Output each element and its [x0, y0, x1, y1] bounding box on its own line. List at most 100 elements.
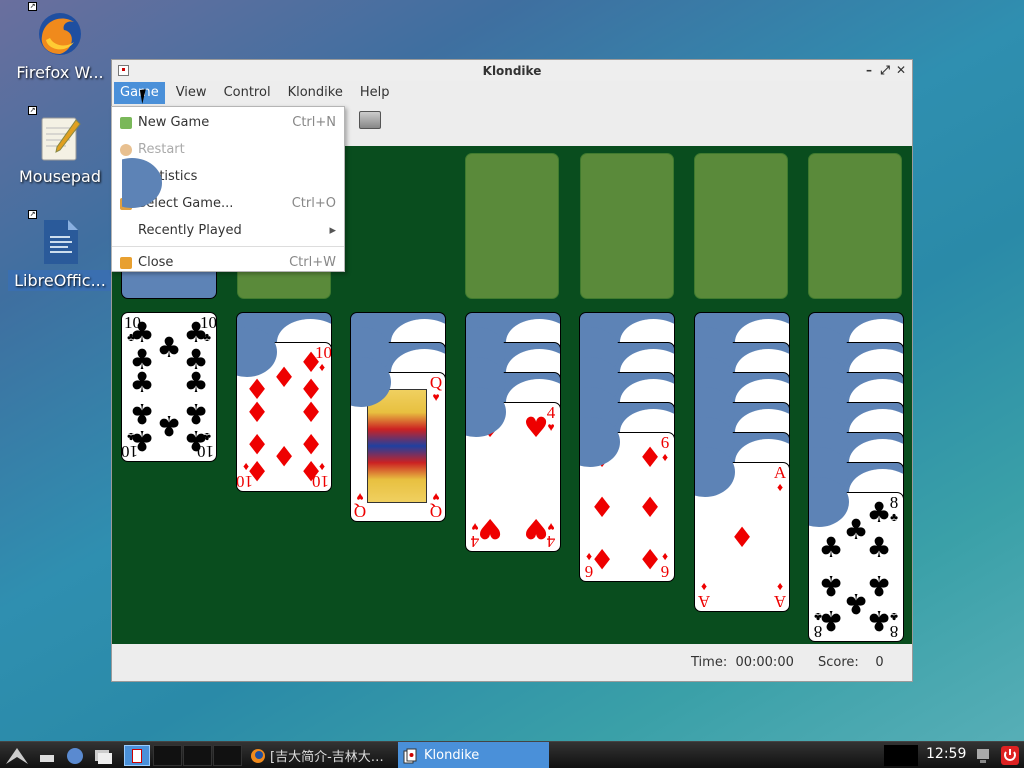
time-label: Time:: [691, 655, 728, 670]
card-pip: ♣: [183, 424, 209, 457]
task-label: [吉大简介-吉林大…: [270, 750, 384, 765]
file-manager-icon[interactable]: [92, 745, 114, 766]
card-corner-index: Q♥: [429, 490, 443, 521]
menu-item-recently-played[interactable]: Recently Played ▸: [112, 217, 344, 244]
card-pip: ♣: [156, 409, 182, 442]
card-pip: ♦: [637, 542, 663, 575]
power-icon[interactable]: [1000, 745, 1020, 766]
card-corner-index: Q♥: [429, 373, 443, 404]
task-klondike[interactable]: Klondike: [398, 742, 549, 768]
card-corner-index: A♦: [773, 463, 787, 494]
mouse-cursor-icon: [139, 88, 155, 104]
card-pip: ♦: [271, 361, 297, 394]
time-display: Time: 00:00:00: [691, 655, 794, 670]
mousepad-icon: ↗: [28, 106, 84, 162]
network-icon[interactable]: [974, 745, 992, 766]
workspace-3[interactable]: [183, 745, 212, 766]
menu-item-accel: Ctrl+N: [292, 115, 336, 130]
card-corner-index: A♦: [697, 580, 711, 611]
card-pip: ♥: [477, 512, 503, 545]
close-icon: [120, 256, 132, 269]
title-bar[interactable]: Klondike – ⤢ ✕: [112, 60, 912, 81]
card-pip: ♦: [729, 521, 755, 554]
menu-item-label: Restart: [138, 142, 185, 157]
card-pip: ♥: [523, 411, 549, 444]
foundation-slot[interactable]: [694, 153, 788, 299]
submenu-arrow-icon: ▸: [329, 223, 336, 238]
status-bar: Time: 00:00:00 Score: 0: [112, 644, 912, 681]
desktop-icon-firefox[interactable]: ↗ Firefox W...: [8, 2, 112, 83]
card-pip: ♦: [589, 491, 615, 524]
menu-separator: [112, 246, 344, 247]
queen-face-art: [367, 389, 427, 503]
card-pip: ♦: [637, 441, 663, 474]
card-pip: ♦: [244, 427, 270, 460]
firefox-icon: [251, 748, 265, 763]
card-pip: ♣: [129, 424, 155, 457]
menu-game[interactable]: Game: [114, 82, 165, 104]
card-pip: ♦: [298, 396, 324, 429]
desktop-icon-label: Mousepad: [18, 167, 102, 186]
close-window-button[interactable]: ✕: [894, 62, 908, 78]
task-label: Klondike: [424, 748, 480, 763]
show-desktop-icon[interactable]: [36, 745, 58, 766]
card-pip: ♣: [129, 366, 155, 399]
card-pip: ♦: [298, 454, 324, 487]
clock[interactable]: 12:59: [926, 746, 966, 762]
menu-bar: Game View Control Klondike Help: [112, 81, 912, 105]
card-pip: ♦: [589, 542, 615, 575]
minimize-button[interactable]: –: [862, 62, 876, 78]
maximize-button[interactable]: ⤢: [878, 62, 892, 78]
card-pip: ♣: [129, 397, 155, 430]
browser-launcher-icon[interactable]: [64, 745, 86, 766]
taskbar: [吉大简介-吉林大… Klondike 12:59: [0, 741, 1024, 768]
foundation-slot[interactable]: [465, 153, 559, 299]
desktop-icon-libreoffice[interactable]: ↗ LibreOffic...: [8, 210, 112, 291]
window-app-icon[interactable]: [118, 65, 129, 76]
menu-help[interactable]: Help: [354, 82, 396, 104]
score-value: 0: [875, 655, 884, 670]
workspace-2[interactable]: [153, 745, 182, 766]
desktop-icon-mousepad[interactable]: ↗ Mousepad: [8, 106, 112, 187]
desktop-icon-label: Firefox W...: [16, 63, 104, 82]
workspace-1[interactable]: [124, 745, 150, 766]
menu-item-label: New Game: [138, 115, 210, 130]
card-pip: ♦: [244, 396, 270, 429]
new-game-icon: [120, 116, 132, 129]
menu-item-close[interactable]: Close Ctrl+W: [112, 249, 344, 276]
card-corner-index: A♦: [773, 580, 787, 611]
menu-item-label: Recently Played: [138, 223, 242, 238]
menu-item-accel: Ctrl+O: [291, 196, 336, 211]
window-title: Klondike: [482, 63, 542, 78]
menu-control[interactable]: Control: [218, 82, 277, 104]
workspace-4[interactable]: [213, 745, 242, 766]
menu-item-accel: Ctrl+W: [289, 255, 336, 270]
fullscreen-tool-icon[interactable]: [359, 111, 381, 129]
task-firefox[interactable]: [吉大简介-吉林大…: [246, 742, 398, 768]
card-pip: ♣: [843, 513, 869, 546]
card-10-♣[interactable]: 10 ♣ 10 ♣ 10 ♣ 10 ♣ ♣ ♣ ♣ ♣ ♣ ♣ ♣ ♣ ♣ ♣ ♣ ♣: [121, 312, 217, 462]
card-pip: ♦: [244, 454, 270, 487]
menu-item-new-game[interactable]: New Game Ctrl+N: [112, 109, 344, 136]
card-pip: ♦: [298, 427, 324, 460]
start-menu-icon[interactable]: [4, 745, 30, 766]
card-pip: ♥: [523, 512, 549, 545]
foundation-slot[interactable]: [580, 153, 674, 299]
libreoffice-writer-icon: ↗: [28, 210, 84, 266]
card-pip: ♦: [637, 491, 663, 524]
card-pip: ♣: [843, 587, 869, 620]
score-label: Score:: [818, 655, 859, 670]
score-display: Score: 0: [818, 655, 884, 670]
card-pip: ♦: [271, 439, 297, 472]
menu-item-restart[interactable]: Restart: [112, 136, 344, 163]
menu-view[interactable]: View: [170, 82, 213, 104]
restart-icon: [120, 143, 132, 156]
card-corner-index: Q♥: [353, 490, 367, 521]
system-tray[interactable]: [884, 745, 918, 766]
menu-klondike[interactable]: Klondike: [282, 82, 349, 104]
menu-item-label: Close: [138, 255, 174, 270]
card-pip: ♣: [183, 366, 209, 399]
foundation-slot[interactable]: [808, 153, 902, 299]
desktop-icon-label: LibreOffic...: [8, 270, 112, 291]
card-pip: ♣: [183, 397, 209, 430]
